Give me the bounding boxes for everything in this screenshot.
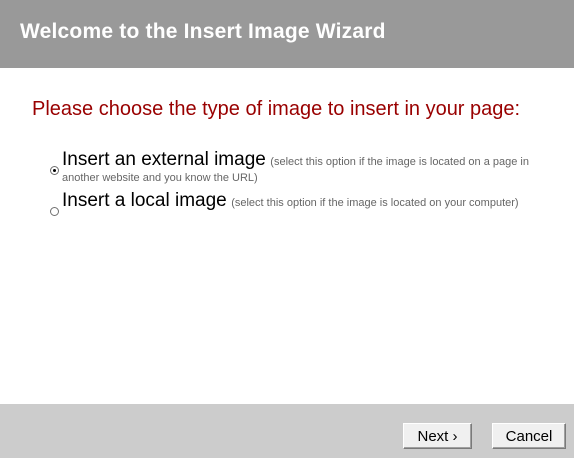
local-image-hint: (select this option if the image is loca… bbox=[231, 197, 519, 209]
cancel-button[interactable]: Cancel bbox=[492, 423, 566, 449]
image-type-options: Insert an external image (select this op… bbox=[50, 150, 565, 217]
local-image-radio[interactable] bbox=[50, 207, 59, 216]
external-image-option[interactable]: Insert an external image (select this op… bbox=[50, 150, 565, 185]
wizard-header: Welcome to the Insert Image Wizard bbox=[0, 0, 574, 68]
wizard-footer: Next › Cancel bbox=[0, 404, 574, 458]
local-image-option-text: Insert a local image (select this option… bbox=[62, 191, 565, 211]
insert-image-wizard: Welcome to the Insert Image Wizard Pleas… bbox=[0, 0, 574, 458]
external-image-label[interactable]: Insert an external image bbox=[62, 149, 266, 170]
wizard-title: Welcome to the Insert Image Wizard bbox=[20, 20, 386, 43]
external-image-option-text: Insert an external image (select this op… bbox=[62, 150, 565, 185]
image-type-prompt: Please choose the type of image to inser… bbox=[32, 98, 521, 120]
next-button[interactable]: Next › bbox=[403, 423, 472, 449]
local-image-label[interactable]: Insert a local image bbox=[62, 190, 227, 211]
local-image-option[interactable]: Insert a local image (select this option… bbox=[50, 191, 565, 216]
external-image-radio[interactable] bbox=[50, 166, 59, 175]
